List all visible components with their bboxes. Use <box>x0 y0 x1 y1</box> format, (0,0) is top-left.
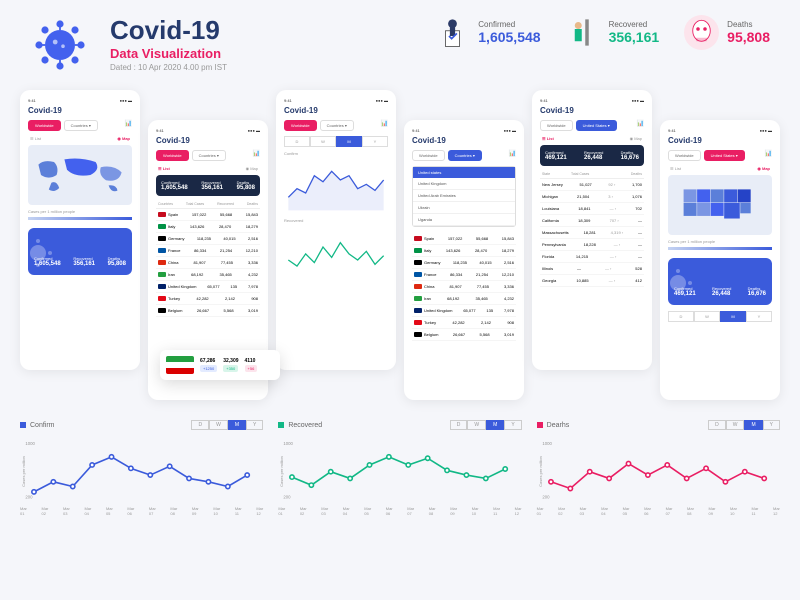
deaths-illustration <box>684 15 719 50</box>
bottom-chart: Recovered DWMY Cases per million 1000200… <box>278 420 521 516</box>
list-tab[interactable]: ☰ List <box>30 136 41 141</box>
us-summary-card: Confirmed469,121 Recovered26,448 Deaths1… <box>540 145 644 166</box>
confirmed-value: 1,605,548 <box>478 29 540 45</box>
map-tab[interactable]: ◉ Map <box>117 136 130 141</box>
recovered-value: 356,161 <box>609 29 660 45</box>
table-row[interactable]: Massachusetts18,2814,319 ›— <box>540 227 644 239</box>
svg-text:200: 200 <box>542 495 550 500</box>
summary-card: Confirmed1,605,548 Recovered356,161 Deat… <box>28 228 132 275</box>
table-row[interactable]: Turkey42,2822,142908 <box>156 293 260 305</box>
phone-mockup-worldmap: 9:41 ●●● ▬ Covid-19 WorldwideCountries ▾ 📊… <box>20 90 140 370</box>
recovered-illustration <box>566 15 601 50</box>
phone-mockup-dropdown: 9:41●●● ▬ Covid-19 WorldwideCountries ▾📊… <box>404 120 524 400</box>
table-row[interactable]: New Jersey51,02792 ›1,700 <box>540 179 644 191</box>
table-row[interactable]: France86,33421,25412,210 <box>412 269 516 281</box>
table-row[interactable]: Germany118,23540,0152,516 <box>156 233 260 245</box>
dropdown-item[interactable]: Ukrain <box>413 202 515 214</box>
world-map[interactable] <box>28 145 132 205</box>
dropdown-item[interactable]: Uganda <box>413 214 515 226</box>
table-row[interactable]: Illinois—— ›528 <box>540 263 644 275</box>
legend-gradient <box>28 217 132 220</box>
table-row[interactable]: United Kingdom65,0771357,978 <box>412 305 516 317</box>
table-row[interactable]: Michigan21,5043 ›1,076 <box>540 191 644 203</box>
bottom-chart: Confirm DWMY Cases per million 1000200 M… <box>20 420 263 516</box>
dark-summary-card: Confirmed1,605,548 Recovered356,161 Deat… <box>156 175 260 196</box>
table-row[interactable]: Italy143,62628,47018,279 <box>412 245 516 257</box>
phone-title: Covid-19 <box>28 106 132 115</box>
svg-text:1000: 1000 <box>542 441 552 446</box>
svg-text:1000: 1000 <box>25 441 35 446</box>
svg-text:1000: 1000 <box>284 441 294 446</box>
table-row[interactable]: California18,309707 ›— <box>540 215 644 227</box>
table-row[interactable]: Iran68,19235,4654,232 <box>156 269 260 281</box>
table-row[interactable]: Belgium26,6675,5683,019 <box>412 329 516 341</box>
confirmed-label: Confirmed <box>478 20 540 29</box>
countries-table-dropdown: Spain157,02255,66815,843Italy143,62628,4… <box>412 233 516 341</box>
page-title: Covid-19 <box>110 15 227 46</box>
deaths-value: 95,808 <box>727 29 770 45</box>
states-table: New Jersey51,02792 ›1,700Michigan21,5043… <box>540 179 644 287</box>
table-row[interactable]: Pennsylvania18,228— ›— <box>540 239 644 251</box>
table-row[interactable]: Turkey42,2822,142908 <box>412 317 516 329</box>
country-dropdown[interactable]: United states United KingdomUnited Arab … <box>412 166 516 227</box>
table-row[interactable]: Belgium26,6675,5683,019 <box>156 305 260 317</box>
chart-icon[interactable]: 📊 <box>125 120 132 131</box>
status-time: 9:41 <box>28 98 36 103</box>
map-caption: Cases per 1 million people <box>28 209 132 214</box>
dropdown-item[interactable]: United Kingdom <box>413 178 515 190</box>
table-row[interactable]: Italy143,62628,47018,279 <box>156 221 260 233</box>
table-row[interactable]: Georgia10,885— ›412 <box>540 275 644 287</box>
bottom-chart: Dearhs DWMY Cases per million 1000200 Ma… <box>537 420 780 516</box>
table-row[interactable]: United Kingdom65,0771357,978 <box>156 281 260 293</box>
svg-text:200: 200 <box>284 495 292 500</box>
countries-table: Spain157,02255,66815,843Italy143,62628,4… <box>156 209 260 317</box>
iran-flag-icon <box>166 356 194 374</box>
page-subtitle: Data Visualization <box>110 46 227 61</box>
us-summary-card-blue: Confirmed469,121 Recovered26,448 Deaths1… <box>668 258 772 305</box>
confirm-chart <box>284 159 388 214</box>
worldwide-pill[interactable]: Worldwide <box>28 120 61 131</box>
recovered-label: Recovered <box>609 20 660 29</box>
status-icons: ●●● ▬ <box>120 98 132 103</box>
table-row[interactable]: China81,90777,4553,336 <box>156 257 260 269</box>
svg-text:200: 200 <box>25 495 33 500</box>
dropdown-item[interactable]: United Arab Emirates <box>413 190 515 202</box>
phone-mockup-charts: 9:41●●● ▬ Covid-19 WorldwideCountries ▾📊… <box>276 90 396 370</box>
phone-mockup-states: 9:41●●● ▬ Covid-19 WorldwideUnited State… <box>532 90 652 370</box>
country-popup-card: 67,286+1250 32,309+350 4110+56 <box>160 350 280 380</box>
virus-icon <box>30 15 90 75</box>
deaths-label: Deaths <box>727 20 770 29</box>
countries-pill[interactable]: Countries ▾ <box>64 120 98 131</box>
recovered-chart <box>284 226 388 281</box>
table-row[interactable]: Spain157,02255,66815,843 <box>156 209 260 221</box>
page-date: Dated : 10 Apr 2020 4.00 pm IST <box>110 63 227 72</box>
table-row[interactable]: Iran68,19235,4654,232 <box>412 293 516 305</box>
table-row[interactable]: Spain157,02255,66815,843 <box>412 233 516 245</box>
table-row[interactable]: Louisiana18,841— ›702 <box>540 203 644 215</box>
table-row[interactable]: France86,33421,25412,210 <box>156 245 260 257</box>
confirmed-illustration <box>435 15 470 50</box>
table-row[interactable]: Germany118,23540,0152,516 <box>412 257 516 269</box>
us-map[interactable] <box>668 175 772 235</box>
table-row[interactable]: China81,90777,4553,336 <box>412 281 516 293</box>
dropdown-selected[interactable]: United states <box>413 167 515 178</box>
table-row[interactable]: Florida14,215— ›— <box>540 251 644 263</box>
phone-mockup-usmap: 9:41●●● ▬ Covid-19 WorldwideUnited State… <box>660 120 780 400</box>
